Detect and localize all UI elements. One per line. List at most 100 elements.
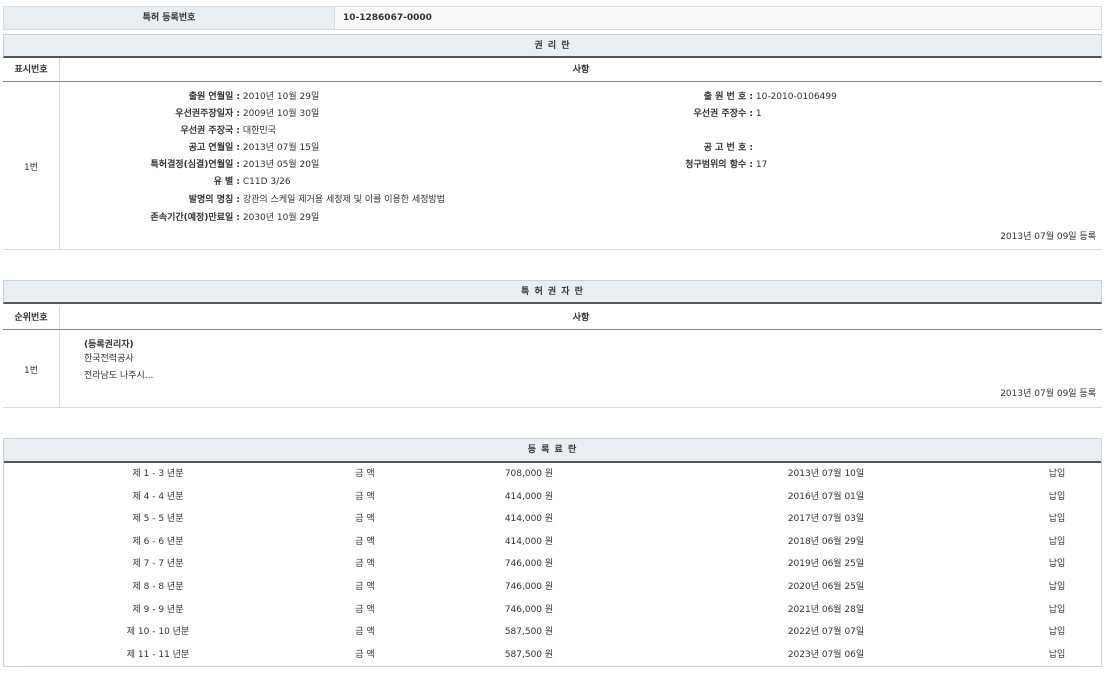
rights-col-content: 사항 <box>60 58 1102 81</box>
fee-amount: 708,000 원 <box>505 465 553 483</box>
fee-date: 2019년 06월 25일 <box>788 555 864 573</box>
fee-period: 제 1 - 3 년분 <box>133 465 184 483</box>
fee-label: 금 액 <box>355 488 374 506</box>
fee-period: 제 9 - 9 년분 <box>133 601 184 619</box>
field-value: 2010년 10월 29일 <box>240 92 319 102</box>
fee-date: 2018년 06월 29일 <box>788 533 864 551</box>
fee-date: 2022년 07월 07일 <box>788 623 864 641</box>
rights-field-right: 청구범위의 항수 : 17 <box>560 158 767 173</box>
fee-date: 2016년 07월 01일 <box>788 488 864 506</box>
rights-field-right: 공 고 번 호 : <box>560 141 753 156</box>
fee-period: 제 11 - 11 년분 <box>127 646 189 664</box>
fee-section-title: 등 록 료 란 <box>4 439 1101 463</box>
fee-amount: 746,000 원 <box>505 555 553 573</box>
holder-col-content: 사항 <box>60 306 1102 329</box>
rights-row: 1번 2013년 07월 09일 등록 출원 연월일 : 2010년 10월 2… <box>3 83 1102 250</box>
fee-status: 납입 <box>1049 465 1066 483</box>
field-key: 발명의 명칭 : <box>60 193 240 208</box>
fee-row: 제 4 - 4 년분금 액414,000 원2016년 07월 01일납입 <box>4 488 1101 510</box>
fee-status: 납입 <box>1049 510 1066 528</box>
fee-label: 금 액 <box>355 623 374 641</box>
fee-status: 납입 <box>1049 601 1066 619</box>
fee-amount: 414,000 원 <box>505 533 553 551</box>
field-value: 강관의 스케일 제거용 세정제 및 이를 이용한 세정방법 <box>240 195 445 205</box>
field-value: 10-2010-0106499 <box>753 92 837 102</box>
field-key: 공 고 번 호 : <box>560 141 753 156</box>
field-value: 17 <box>753 160 767 170</box>
holder-role-label: (등록권리자) <box>84 338 134 353</box>
field-key: 우선권 주장국 : <box>60 124 240 139</box>
field-value: 2030년 10월 29일 <box>240 213 319 223</box>
rights-field-left: 존속기간(예정)만료일 : 2030년 10월 29일 <box>60 211 319 226</box>
fee-period: 제 6 - 6 년분 <box>133 533 184 551</box>
field-key: 유 별 : <box>60 175 240 190</box>
fee-amount: 587,500 원 <box>505 646 553 664</box>
fee-status: 납입 <box>1049 623 1066 641</box>
field-value: C11D 3/26 <box>240 177 291 187</box>
fee-amount: 746,000 원 <box>505 601 553 619</box>
rights-field-right: 우선권 주장수 : 1 <box>560 107 762 122</box>
field-value: 2013년 07월 15일 <box>240 143 319 153</box>
fee-amount: 414,000 원 <box>505 510 553 528</box>
fee-table: 등 록 료 란 제 1 - 3 년분금 액 708,000 원 2013년 07월 … <box>3 438 1102 667</box>
fee-status: 납입 <box>1049 488 1066 506</box>
fee-label: 금 액 <box>355 533 374 551</box>
fee-period: 제 5 - 5 년분 <box>133 510 184 528</box>
fee-status: 납입 <box>1049 533 1066 551</box>
fee-period: 제 7 - 7 년분 <box>133 555 184 573</box>
fee-row: 제 7 - 7 년분 금 액 746,000 원 2019년 06월 25일 납입 <box>4 555 1101 577</box>
fee-row: 제 1 - 3 년분금 액708,000 원2013년 07월 10일납입 <box>4 465 1101 487</box>
fee-row: 제 9 - 9 년분 금 액 746,000 원 2021년 06월 28일 납입 <box>4 601 1101 623</box>
rights-field-left: 유 별 : C11D 3/26 <box>60 175 291 190</box>
field-value: 2009년 10월 30일 <box>240 109 319 119</box>
holder-name: 한국전력공사 <box>84 352 134 367</box>
fee-period: 제 10 - 10 년분 <box>127 623 189 641</box>
rights-field-left: 발명의 명칭 : 강관의 스케일 제거용 세정제 및 이를 이용한 세정방법 <box>60 193 445 208</box>
fee-status: 납입 <box>1049 646 1066 664</box>
fee-label: 금 액 <box>355 555 374 573</box>
rights-field-left: 우선권주장일자 : 2009년 10월 30일 <box>60 107 319 122</box>
fee-label: 금 액 <box>355 578 374 596</box>
rights-field-left: 출원 연월일 : 2010년 10월 29일 <box>60 90 319 105</box>
rights-section-title: 권 리 란 <box>3 34 1102 58</box>
fee-label: 금 액 <box>355 510 374 528</box>
rights-row-number: 1번 <box>3 83 60 249</box>
rights-row-content: 2013년 07월 09일 등록 출원 연월일 : 2010년 10월 29일우… <box>60 83 1102 249</box>
fee-status: 납입 <box>1049 555 1066 573</box>
rights-field-right: 출 원 번 호 : 10-2010-0106499 <box>560 90 837 105</box>
holder-column-header: 순위번호 사항 <box>3 306 1102 330</box>
fee-row: 제 11 - 11 년분금 액587,500 원2023년 07월 06일납입 <box>4 646 1101 668</box>
field-key: 공고 연월일 : <box>60 141 240 156</box>
fee-status: 납입 <box>1049 578 1066 596</box>
holder-row-number: 1번 <box>3 331 60 407</box>
registration-number-value: 10-1286067-0000 <box>335 7 1101 29</box>
fee-label: 금 액 <box>355 601 374 619</box>
field-key: 특허결정(심결)연월일 : <box>60 158 240 173</box>
field-value: 2013년 05월 20일 <box>240 160 319 170</box>
fee-date: 2020년 06월 25일 <box>788 578 864 596</box>
fee-date: 2021년 06월 28일 <box>788 601 864 619</box>
fee-amount: 587,500 원 <box>505 623 553 641</box>
field-key: 우선권 주장수 : <box>560 107 753 122</box>
holder-address: 전라남도 나주시... <box>84 369 153 384</box>
rights-col-num: 표시번호 <box>3 58 60 81</box>
fee-row: 제 5 - 5 년분금 액414,000 원2017년 07월 03일납입 <box>4 510 1101 532</box>
rights-field-left: 우선권 주장국 : 대한민국 <box>60 124 276 139</box>
field-value: 1 <box>753 109 762 119</box>
rights-field-left: 특허결정(심결)연월일 : 2013년 05월 20일 <box>60 158 319 173</box>
registration-number-row: 특허 등록번호 10-1286067-0000 <box>3 6 1102 30</box>
fee-row: 제 8 - 8 년분 금 액 746,000 원 2020년 06월 25일 납입 <box>4 578 1101 600</box>
field-key: 우선권주장일자 : <box>60 107 240 122</box>
fee-amount: 746,000 원 <box>505 578 553 596</box>
field-key: 출 원 번 호 : <box>560 90 753 105</box>
holder-row-content: (등록권리자) 한국전력공사 전라남도 나주시... 2013년 07월 09일… <box>60 331 1102 407</box>
fee-date: 2013년 07월 10일 <box>788 465 864 483</box>
fee-date: 2023년 07월 06일 <box>788 646 864 664</box>
holder-section-title: 특 허 권 자 란 <box>3 280 1102 304</box>
holder-col-num: 순위번호 <box>3 306 60 329</box>
fee-period: 제 8 - 8 년분 <box>133 578 184 596</box>
holder-row: 1번 (등록권리자) 한국전력공사 전라남도 나주시... 2013년 07월 … <box>3 331 1102 408</box>
rights-reg-date: 2013년 07월 09일 등록 <box>1000 229 1096 242</box>
fee-period: 제 4 - 4 년분 <box>133 488 184 506</box>
fee-row: 제 10 - 10 년분 금 액 587,500 원 2022년 07월 07일 납입 <box>4 623 1101 645</box>
